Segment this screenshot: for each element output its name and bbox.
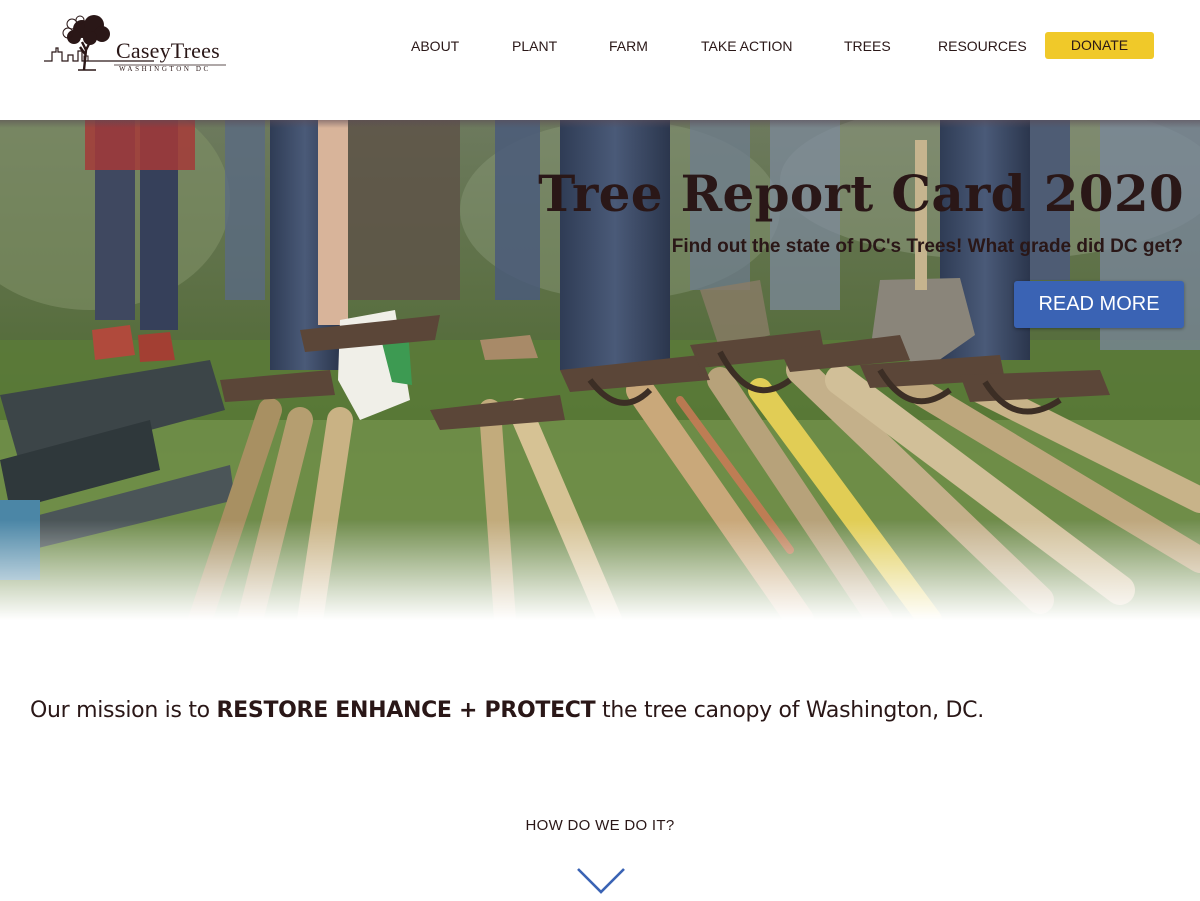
hero-title: Tree Report Card 2020 — [538, 164, 1184, 223]
how-do-we-do-it-label: HOW DO WE DO IT? — [525, 817, 675, 834]
hero-bottom-fade — [0, 520, 1200, 620]
hero-subtitle: Find out the state of DC's Trees! What g… — [671, 236, 1183, 257]
hero-banner: Tree Report Card 2020 Find out the state… — [0, 120, 1200, 620]
nav-item-take-action[interactable]: TAKE ACTION — [701, 32, 793, 60]
scroll-down-link[interactable] — [576, 866, 626, 896]
nav-item-trees[interactable]: TREES — [844, 32, 891, 60]
nav-item-about[interactable]: ABOUT — [411, 32, 459, 60]
chevron-down-icon — [577, 868, 625, 894]
hero-top-shadow — [0, 120, 1200, 128]
logo-location: WASHINGTON DC — [119, 65, 211, 73]
nav-item-resources[interactable]: RESOURCES — [938, 32, 1027, 60]
read-more-button[interactable]: READ MORE — [1014, 281, 1184, 328]
nav-item-plant[interactable]: PLANT — [512, 32, 557, 60]
mission-suffix: the tree canopy of Washington, DC. — [595, 698, 984, 723]
donate-button[interactable]: DONATE — [1045, 32, 1154, 59]
mission-statement: Our mission is to RESTORE ENHANCE + PROT… — [30, 698, 984, 723]
mission-prefix: Our mission is to — [30, 698, 217, 723]
nav-item-farm[interactable]: FARM — [609, 32, 648, 60]
site-header: CaseyTrees WASHINGTON DC ABOUT PLANT FAR… — [0, 0, 1200, 120]
main-nav: ABOUT PLANT FARM TAKE ACTION TREES RESOU… — [0, 32, 1200, 60]
mission-emphasis: RESTORE ENHANCE + PROTECT — [216, 698, 596, 723]
